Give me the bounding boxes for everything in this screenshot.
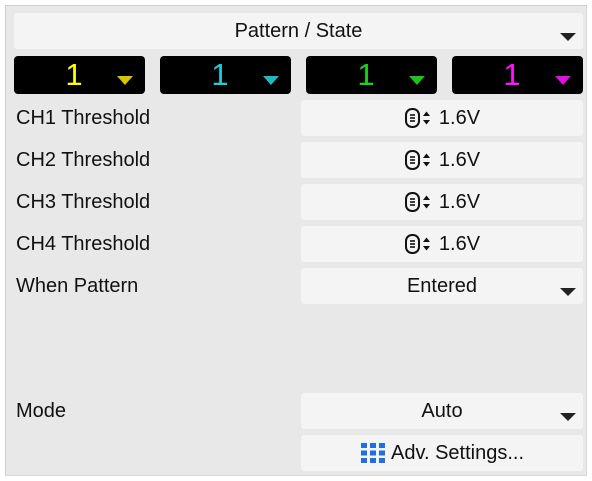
ch2-threshold-control[interactable]: 1.6V bbox=[301, 142, 583, 178]
chevron-down-icon bbox=[263, 76, 279, 85]
knob-updown-icon bbox=[404, 150, 430, 170]
knob-updown-icon bbox=[404, 108, 430, 128]
ch3-threshold-value: 1.6V bbox=[438, 190, 481, 213]
mode-label: Mode bbox=[16, 400, 67, 422]
channel-2-pattern-select[interactable]: 1 bbox=[160, 56, 291, 94]
when-pattern-dropdown[interactable]: Entered bbox=[301, 268, 583, 304]
channel-4-pattern-value: 1 bbox=[503, 57, 521, 92]
adv-settings-button[interactable]: Adv. Settings... bbox=[301, 435, 583, 471]
ch1-threshold-value: 1.6V bbox=[438, 106, 481, 129]
chevron-down-icon bbox=[117, 76, 133, 85]
channel-4-pattern-select[interactable]: 1 bbox=[452, 56, 583, 94]
chevron-down-icon bbox=[555, 76, 571, 85]
channel-1-pattern-select[interactable]: 1 bbox=[14, 56, 145, 94]
keypad-grid-icon bbox=[360, 443, 385, 463]
ch2-threshold-value: 1.6V bbox=[438, 148, 481, 171]
ch4-threshold-control[interactable]: 1.6V bbox=[301, 226, 583, 262]
knob-updown-icon bbox=[404, 234, 430, 254]
ch4-threshold-label: CH4 Threshold bbox=[16, 233, 151, 255]
mode-dropdown[interactable]: Auto bbox=[301, 393, 583, 429]
adv-settings-label: Adv. Settings... bbox=[390, 441, 525, 464]
trigger-type-dropdown[interactable]: Pattern / State bbox=[14, 13, 583, 49]
knob-updown-icon bbox=[404, 192, 430, 212]
chevron-down-icon bbox=[409, 76, 425, 85]
ch3-threshold-label: CH3 Threshold bbox=[16, 191, 151, 213]
channel-2-pattern-value: 1 bbox=[211, 57, 229, 92]
ch1-threshold-control[interactable]: 1.6V bbox=[301, 100, 583, 136]
chevron-down-icon bbox=[560, 413, 576, 421]
when-pattern-value: Entered bbox=[406, 274, 478, 297]
ch1-threshold-label: CH1 Threshold bbox=[16, 107, 151, 129]
trigger-type-value: Pattern / State bbox=[234, 19, 363, 42]
ch2-threshold-label: CH2 Threshold bbox=[16, 149, 151, 171]
ch4-threshold-value: 1.6V bbox=[438, 232, 481, 255]
channel-3-pattern-select[interactable]: 1 bbox=[306, 56, 437, 94]
channel-1-pattern-value: 1 bbox=[65, 57, 83, 92]
when-pattern-label: When Pattern bbox=[16, 275, 139, 297]
chevron-down-icon bbox=[560, 288, 576, 296]
ch3-threshold-control[interactable]: 1.6V bbox=[301, 184, 583, 220]
mode-value: Auto bbox=[421, 399, 463, 422]
chevron-down-icon bbox=[560, 33, 576, 41]
channel-3-pattern-value: 1 bbox=[357, 57, 375, 92]
